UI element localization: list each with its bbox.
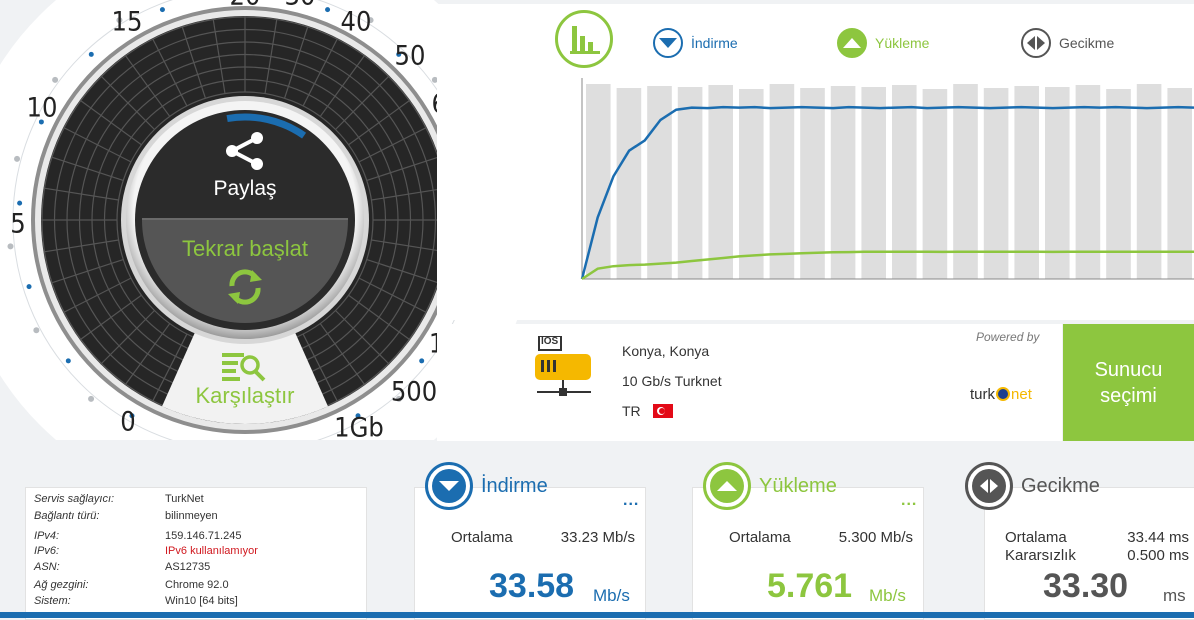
powered-by-label: Powered by	[976, 330, 1040, 344]
gauge-tick-label: 0	[120, 406, 136, 438]
server-info-panel: IOS Konya, Konya 10 Gb/s Turknet TR Powe…	[437, 324, 1062, 441]
upload-icon	[703, 462, 751, 510]
bottom-bar	[0, 612, 1194, 618]
turkey-flag-icon	[653, 404, 673, 418]
info-label: ASN:	[34, 561, 60, 573]
upload-avg-value: 5.300 Mb/s	[838, 529, 913, 546]
turknet-globe-icon	[996, 387, 1011, 401]
download-unit: Mb/s	[593, 586, 630, 605]
compare-label: Karşılaştır	[195, 383, 295, 408]
info-value: TurkNet	[165, 493, 204, 505]
gauge-tick-label: 15	[111, 6, 143, 38]
restart-label: Tekrar başlat	[182, 236, 308, 261]
chart-bar	[1075, 85, 1101, 279]
chart-bar	[983, 88, 1009, 279]
download-icon	[425, 462, 473, 510]
server-location: Konya, Konya	[622, 343, 710, 359]
chart-bar	[616, 88, 642, 279]
chart-bar	[739, 89, 764, 279]
chart-bar	[892, 85, 917, 279]
ios-badge: IOS	[541, 336, 559, 347]
server-select-label-2: seçimi	[1100, 384, 1157, 407]
server-country: TR	[622, 403, 641, 419]
gauge-tick-label: 20	[230, 0, 261, 12]
info-label: IPv6:	[34, 545, 60, 557]
info-value: Chrome 92.0	[165, 579, 229, 591]
share-icon	[226, 132, 263, 170]
info-value: Win10 [64 bits]	[165, 595, 238, 607]
gauge-tick-label: 40	[340, 6, 372, 38]
info-label: Servis sağlayıcı:	[34, 493, 115, 505]
chart-bar	[1167, 88, 1192, 279]
download-card-header: İndirme	[425, 462, 548, 510]
latency-icon	[965, 462, 1013, 510]
latency-avg-label: Ortalama	[1005, 529, 1067, 546]
connection-info: Servis sağlayıcı: TurkNet Bağlantı türü: bi…	[25, 487, 367, 620]
info-label: Bağlantı türü:	[34, 510, 100, 522]
chart-bar	[1014, 86, 1039, 279]
latency-jitter-value: 0.500 ms	[1127, 547, 1189, 564]
info-value: 159.146.71.245	[165, 530, 242, 542]
chart-bar	[922, 89, 948, 279]
chart-bar	[1106, 89, 1131, 279]
gauge-tick-label: 500	[390, 376, 438, 408]
chart-bar	[861, 87, 886, 279]
gauge-tick-label: 10	[26, 92, 58, 124]
gauge-tick-label: 50	[394, 40, 426, 72]
server-host: 10 Gb/s Turknet	[622, 373, 722, 389]
info-label: IPv4:	[34, 530, 60, 542]
latency-jitter-label: Kararsızlık	[1005, 547, 1076, 564]
chart-bar	[1045, 87, 1070, 279]
share-label: Paylaş	[213, 177, 277, 200]
server-select-label-1: Sunucu	[1094, 358, 1163, 381]
gauge-tick-label: 30	[285, 0, 316, 12]
upload-current-value: 5.761	[767, 567, 853, 605]
info-value: AS12735	[165, 561, 211, 573]
gauge-tick-label: 1Gb	[334, 412, 384, 444]
chart-bar	[830, 86, 856, 279]
refresh-icon	[228, 269, 262, 305]
chart-bar	[1136, 84, 1162, 279]
info-value: bilinmeyen	[165, 510, 218, 522]
gauge-tick-label: 5	[10, 208, 26, 240]
latency-avg-value: 33.44 ms	[1127, 529, 1189, 546]
info-label: Sistem:	[34, 595, 71, 607]
upload-card: Yükleme ... Ortalama 5.300 Mb/s 5.761 Mb…	[692, 462, 924, 620]
chart-bar	[953, 84, 978, 279]
turknet-logo: turk net	[970, 386, 1032, 403]
info-value: IPv6 kullanılamıyor	[165, 545, 258, 557]
restart-button[interactable]: Tekrar başlat	[150, 224, 340, 314]
chart-series-line	[580, 105, 1194, 280]
upload-card-header: Yükleme	[703, 462, 837, 510]
latency-card-header: Gecikme	[965, 462, 1100, 510]
latency-card: Gecikme Ortalama 33.44 ms Kararsızlık 0.…	[965, 462, 1194, 620]
latency-current-value: 33.30	[1043, 567, 1129, 605]
download-current-value: 33.58	[489, 567, 575, 605]
download-card: İndirme ... Ortalama 33.23 Mb/s 33.58 Mb…	[414, 462, 646, 620]
download-more-button[interactable]: ...	[623, 492, 639, 510]
upload-more-button[interactable]: ...	[901, 492, 917, 510]
compare-icon	[222, 353, 266, 382]
upload-unit: Mb/s	[869, 586, 906, 605]
upload-avg-label: Ortalama	[729, 529, 791, 546]
download-avg-value: 33.23 Mb/s	[560, 529, 635, 546]
latency-unit: ms	[1163, 586, 1186, 605]
download-avg-label: Ortalama	[451, 529, 513, 546]
download-title: İndirme	[481, 474, 548, 497]
compare-button[interactable]: Karşılaştır	[170, 345, 320, 415]
speed-chart-panel: İndirme Yükleme Gecikme	[437, 4, 1194, 320]
info-label: Ağ gezgini:	[34, 579, 89, 591]
chart-series-line	[581, 250, 1194, 281]
speed-chart	[580, 78, 1194, 281]
chart-bar	[769, 84, 795, 279]
share-button[interactable]: Paylaş	[190, 125, 300, 210]
upload-title: Yükleme	[759, 474, 837, 497]
chart-bar	[708, 85, 733, 279]
server-select-button[interactable]: Sunucu seçimi	[1063, 324, 1194, 441]
latency-title: Gecikme	[1021, 474, 1100, 497]
chart-bar	[800, 88, 825, 279]
chart-bar	[677, 87, 703, 279]
